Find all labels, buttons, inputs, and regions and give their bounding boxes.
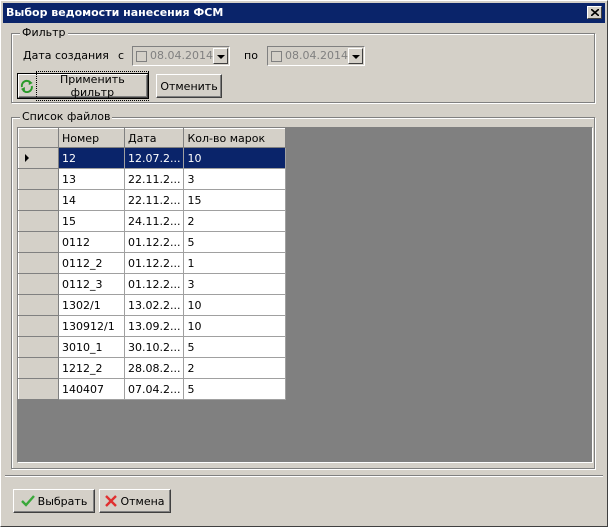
cell-count[interactable]: 10 — [183, 147, 287, 169]
from-date-checkbox[interactable] — [136, 51, 147, 62]
cell-date[interactable]: 22.11.2... — [124, 168, 185, 190]
row-indicator[interactable] — [18, 210, 59, 232]
cell-count[interactable]: 3 — [183, 168, 287, 190]
cell-date[interactable]: 01.12.2... — [124, 231, 185, 253]
filter-legend: Фильтр — [20, 26, 68, 40]
cell-number[interactable]: 0112_2 — [58, 252, 125, 274]
file-list-grid[interactable]: Номер Дата Кол-во марок 12 12.07.2... 10 13… — [17, 127, 593, 463]
cell-number[interactable]: 13 — [58, 168, 125, 190]
red-cross-icon — [105, 495, 118, 507]
cell-count[interactable]: 1 — [183, 252, 287, 274]
row-indicator[interactable] — [18, 168, 59, 190]
cell-count[interactable]: 2 — [183, 357, 287, 379]
column-header-number[interactable]: Номер — [58, 128, 125, 148]
cell-date[interactable]: 12.07.2... — [124, 147, 185, 169]
cell-number[interactable]: 15 — [58, 210, 125, 232]
cell-number[interactable]: 1302/1 — [58, 294, 125, 316]
to-label: по — [244, 49, 258, 62]
from-date-value: 08.04.2014 — [150, 49, 213, 62]
cell-date[interactable]: 13.09.2... — [124, 315, 185, 337]
row-indicator[interactable] — [18, 336, 59, 358]
cell-number[interactable]: 0112_3 — [58, 273, 125, 295]
to-date-picker[interactable]: 08.04.2014 — [267, 46, 365, 66]
table-row[interactable]: 0112_2 01.12.2... 1 — [18, 252, 287, 274]
footer-separator — [5, 475, 603, 477]
to-date-checkbox[interactable] — [271, 51, 282, 62]
to-date-dropdown-button[interactable] — [348, 48, 363, 64]
table-row[interactable]: 12 12.07.2... 10 — [18, 147, 287, 169]
checkmark-icon — [20, 495, 35, 507]
to-date-value: 08.04.2014 — [285, 49, 348, 62]
select-label: Выбрать — [37, 494, 88, 508]
table-row[interactable]: 1212_2 28.08.2... 2 — [18, 357, 287, 379]
table-row[interactable]: 15 24.11.2... 2 — [18, 210, 287, 232]
row-indicator-header — [18, 128, 59, 148]
row-indicator[interactable] — [18, 252, 59, 274]
cell-number[interactable]: 130912/1 — [58, 315, 125, 337]
cell-count[interactable]: 5 — [183, 378, 287, 400]
table-header-row: Номер Дата Кол-во марок — [18, 128, 287, 148]
file-table: Номер Дата Кол-во марок 12 12.07.2... 10 13… — [18, 128, 287, 400]
cell-count[interactable]: 5 — [183, 336, 287, 358]
row-indicator[interactable] — [18, 357, 59, 379]
row-indicator[interactable] — [18, 189, 59, 211]
apply-filter-button[interactable]: Применить фильтр — [17, 71, 150, 101]
title-bar[interactable]: Выбор ведомости нанесения ФСМ — [3, 3, 605, 23]
column-header-count[interactable]: Кол-во марок — [183, 128, 287, 148]
row-indicator[interactable] — [18, 231, 59, 253]
cell-date[interactable]: 01.12.2... — [124, 273, 185, 295]
from-date-picker[interactable]: 08.04.2014 — [132, 46, 230, 66]
cell-date[interactable]: 07.04.2... — [124, 378, 185, 400]
cell-count[interactable]: 2 — [183, 210, 287, 232]
row-indicator[interactable] — [18, 315, 59, 337]
table-row[interactable]: 140407 07.04.2... 5 — [18, 378, 287, 400]
cell-date[interactable]: 30.10.2... — [124, 336, 185, 358]
cancel-filter-label: Отменить — [160, 79, 218, 93]
cell-number[interactable]: 12 — [58, 147, 125, 169]
apply-filter-label: Применить фильтр — [35, 71, 150, 101]
table-row[interactable]: 3010_1 30.10.2... 5 — [18, 336, 287, 358]
table-row[interactable]: 13 22.11.2... 3 — [18, 168, 287, 190]
dialog-window: Выбор ведомости нанесения ФСМ Фильтр Дат… — [0, 0, 608, 527]
cancel-button[interactable]: Отмена — [99, 489, 171, 513]
window-title: Выбор ведомости нанесения ФСМ — [6, 6, 224, 19]
cell-number[interactable]: 140407 — [58, 378, 125, 400]
file-list-legend: Список файлов — [20, 110, 113, 124]
refresh-icon — [20, 79, 33, 93]
cell-count[interactable]: 5 — [183, 231, 287, 253]
cell-number[interactable]: 14 — [58, 189, 125, 211]
cell-date[interactable]: 28.08.2... — [124, 357, 185, 379]
row-indicator[interactable] — [18, 273, 59, 295]
table-row[interactable]: 0112 01.12.2... 5 — [18, 231, 287, 253]
column-header-date[interactable]: Дата — [123, 128, 185, 148]
close-icon — [591, 9, 599, 16]
select-button[interactable]: Выбрать — [13, 489, 95, 513]
cell-date[interactable]: 13.02.2... — [124, 294, 185, 316]
cancel-filter-button[interactable]: Отменить — [156, 74, 222, 98]
row-indicator[interactable] — [18, 378, 59, 400]
current-row-arrow-icon — [25, 154, 29, 162]
created-date-label: Дата создания — [23, 49, 109, 62]
from-date-dropdown-button[interactable] — [213, 48, 228, 64]
close-button[interactable] — [587, 6, 602, 19]
filter-group: Фильтр Дата создания с 08.04.2014 по 08.… — [11, 26, 595, 103]
table-row[interactable]: 1302/1 13.02.2... 10 — [18, 294, 287, 316]
table-row[interactable]: 0112_3 01.12.2... 3 — [18, 273, 287, 295]
row-indicator[interactable] — [18, 294, 59, 316]
cell-date[interactable]: 24.11.2... — [124, 210, 185, 232]
cell-count[interactable]: 15 — [183, 189, 287, 211]
cell-number[interactable]: 1212_2 — [58, 357, 125, 379]
cell-number[interactable]: 0112 — [58, 231, 125, 253]
table-row[interactable]: 130912/1 13.09.2... 10 — [18, 315, 287, 337]
cell-count[interactable]: 10 — [183, 315, 287, 337]
cell-count[interactable]: 3 — [183, 273, 287, 295]
row-indicator[interactable] — [18, 147, 59, 169]
table-row[interactable]: 14 22.11.2... 15 — [18, 189, 287, 211]
cell-number[interactable]: 3010_1 — [58, 336, 125, 358]
cell-date[interactable]: 01.12.2... — [124, 252, 185, 274]
cell-count[interactable]: 10 — [183, 294, 287, 316]
cell-date[interactable]: 22.11.2... — [124, 189, 185, 211]
from-label: с — [118, 49, 125, 62]
cancel-label: Отмена — [120, 494, 165, 508]
